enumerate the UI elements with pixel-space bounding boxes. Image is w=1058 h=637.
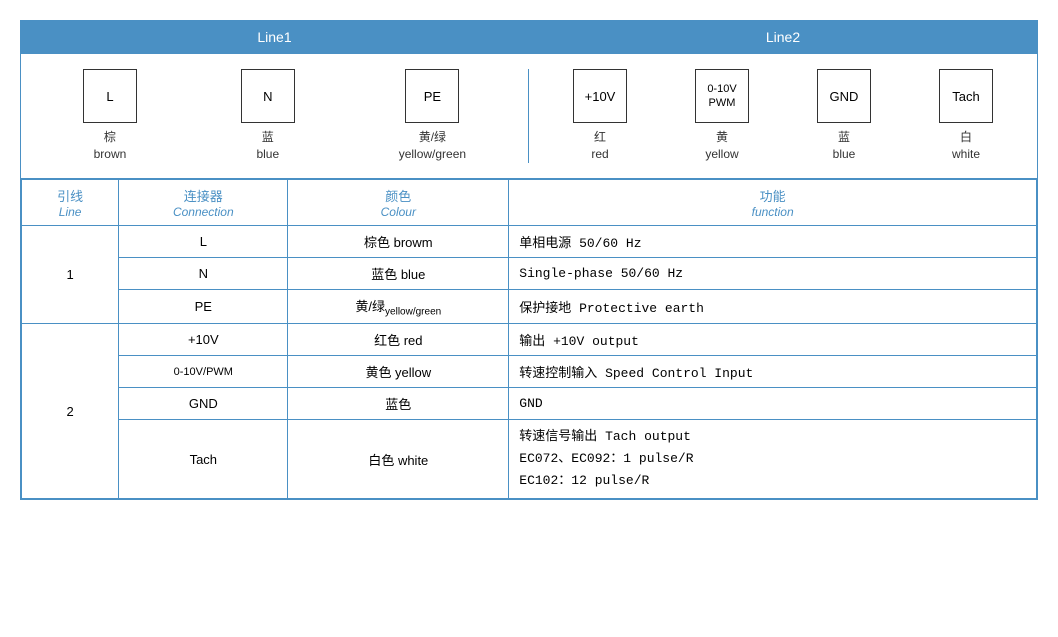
connector-label-N: 蓝blue [256,129,279,163]
connector-PE: PE 黄/绿yellow/green [399,69,466,163]
colour-N-cell: 蓝色 blue [288,257,509,289]
line-2-cell: 2 [22,324,119,499]
colour-L-cell: 棕色 browm [288,225,509,257]
colour-10V-cell: 红色 red [288,324,509,356]
th-function: 功能 function [509,179,1037,225]
conn-10V-cell: +10V [119,324,288,356]
func-GND-cell: GND [509,388,1037,420]
header-line2: Line2 [529,21,1037,53]
main-container: Line1 Line2 L 棕brown N 蓝blue PE 黄/绿yello… [20,20,1038,500]
th-line: 引线 Line [22,179,119,225]
colour-PWM-cell: 黄色 yellow [288,356,509,388]
table-row: N 蓝色 blue Single-phase 50/60 Hz [22,257,1037,289]
connector-box-Tach: Tach [939,69,993,123]
conn-L-cell: L [119,225,288,257]
conn-Tach-cell: Tach [119,420,288,499]
th-line-en: Line [32,205,108,219]
table-row: Tach 白色 white 转速信号输出 Tach output EC072、E… [22,420,1037,499]
func-N-cell: Single-phase 50/60 Hz [509,257,1037,289]
func-PE-cell: 保护接地 Protective earth [509,289,1037,324]
func-10V-cell: 输出 +10V output [509,324,1037,356]
connector-L: L 棕brown [83,69,137,163]
th-line-zh: 引线 [32,186,108,205]
conn-GND-cell: GND [119,388,288,420]
connector-GND: GND 蓝blue [817,69,871,163]
line-1-cell: 1 [22,225,119,324]
table-row: 2 +10V 红色 red 输出 +10V output [22,324,1037,356]
connector-box-10V: +10V [573,69,627,123]
table-row: PE 黄/绿yellow/green 保护接地 Protective earth [22,289,1037,324]
conn-PWM-cell: 0-10V/PWM [119,356,288,388]
th-connection: 连接器 Connection [119,179,288,225]
table-wrapper: 引线 Line 连接器 Connection 颜色 Colour 功能 func… [21,179,1037,500]
connector-10V: +10V 红red [573,69,627,163]
connector-Tach: Tach 白white [939,69,993,163]
th-colour-en: Colour [298,205,498,219]
th-colour-zh: 颜色 [298,186,498,205]
diagram-row: L 棕brown N 蓝blue PE 黄/绿yellow/green +10V… [21,54,1037,179]
connector-label-PWM: 黄yellow [705,129,738,163]
connector-PWM: 0-10VPWM 黄yellow [695,69,749,163]
connector-label-Tach: 白white [952,129,980,163]
th-colour: 颜色 Colour [288,179,509,225]
connector-box-PWM: 0-10VPWM [695,69,749,123]
th-func-zh: 功能 [519,186,1026,205]
conn-N-cell: N [119,257,288,289]
func-L-cell: 单相电源 50/60 Hz [509,225,1037,257]
table-row: GND 蓝色 GND [22,388,1037,420]
table-header-row: 引线 Line 连接器 Connection 颜色 Colour 功能 func… [22,179,1037,225]
connector-N: N 蓝blue [241,69,295,163]
table-body: 1 L 棕色 browm 单相电源 50/60 Hz N 蓝色 blue Sin… [22,225,1037,499]
th-conn-en: Connection [129,205,277,219]
connector-box-N: N [241,69,295,123]
conn-PE-cell: PE [119,289,288,324]
colour-Tach-cell: 白色 white [288,420,509,499]
header-line1: Line1 [21,21,529,53]
connector-label-PE: 黄/绿yellow/green [399,129,466,163]
table-row: 1 L 棕色 browm 单相电源 50/60 Hz [22,225,1037,257]
diagram-line2: +10V 红red 0-10VPWM 黄yellow GND 蓝blue Tac… [529,69,1027,163]
th-func-en: function [519,205,1026,219]
connector-box-GND: GND [817,69,871,123]
colour-GND-cell: 蓝色 [288,388,509,420]
connector-box-L: L [83,69,137,123]
connector-label-GND: 蓝blue [833,129,856,163]
func-PWM-cell: 转速控制输入 Speed Control Input [509,356,1037,388]
th-conn-zh: 连接器 [129,186,277,205]
connector-label-10V: 红red [591,129,608,163]
connector-label-L: 棕brown [94,129,127,163]
table-row: 0-10V/PWM 黄色 yellow 转速控制输入 Speed Control… [22,356,1037,388]
header-row: Line1 Line2 [21,21,1037,54]
data-table: 引线 Line 连接器 Connection 颜色 Colour 功能 func… [21,179,1037,500]
diagram-line1: L 棕brown N 蓝blue PE 黄/绿yellow/green [31,69,529,163]
colour-PE-cell: 黄/绿yellow/green [288,289,509,324]
func-Tach-cell: 转速信号输出 Tach output EC072、EC092：1 pulse/R… [509,420,1037,499]
connector-box-PE: PE [405,69,459,123]
